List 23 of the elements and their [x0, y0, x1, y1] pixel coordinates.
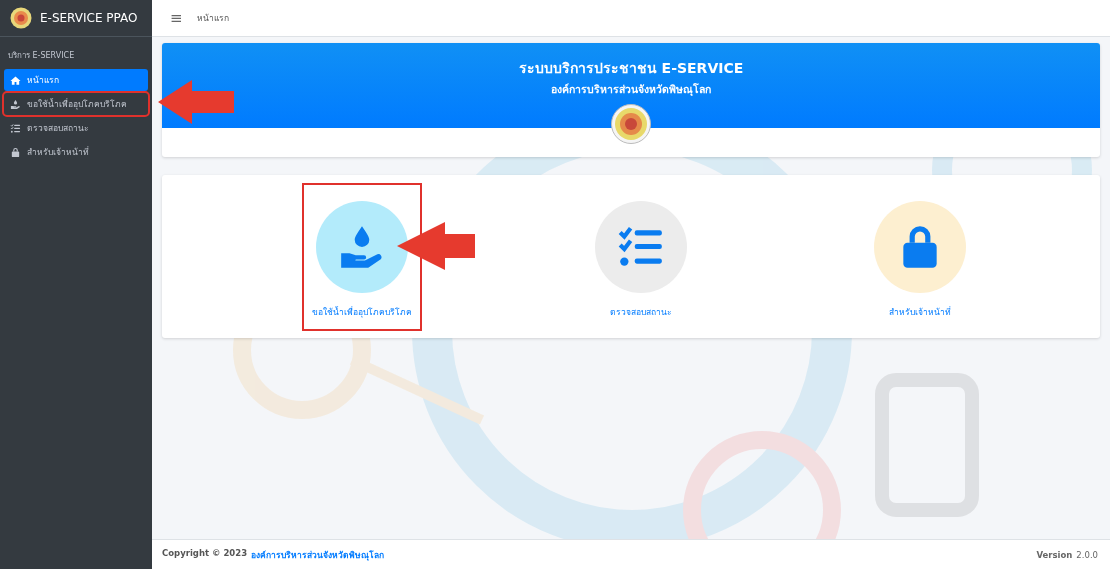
- sidebar-item[interactable]: สำหรับเจ้าหน้าที่: [4, 141, 148, 163]
- seal-emblem-icon: [611, 104, 651, 144]
- organization-link[interactable]: องค์การบริหารส่วนจังหวัดพิษณุโลก: [251, 547, 385, 562]
- checklist-icon: [10, 122, 21, 134]
- copyright-text: Copyright © 2023: [162, 547, 248, 560]
- sidebar-item[interactable]: ขอใช้น้ำเพื่ออุปโภคบริโภค: [4, 93, 148, 115]
- hand-water-drop-icon: [10, 98, 21, 110]
- service-tile[interactable]: สำหรับเจ้าหน้าที่: [866, 184, 975, 329]
- brand-title: E-SERVICE PPAO: [40, 11, 138, 25]
- version-label: Version: [1036, 549, 1073, 560]
- banner-title: ระบบบริการประชาชน E-SERVICE: [518, 59, 744, 78]
- seal-logo-icon: [10, 7, 32, 29]
- sidebar-item[interactable]: ตรวจสอบสถานะ: [4, 117, 148, 139]
- version-number: 2.0.0: [1076, 549, 1098, 560]
- home-icon: [10, 74, 21, 86]
- menu-button[interactable]: ≡: [170, 9, 183, 27]
- service-tile[interactable]: ขอใช้น้ำเพื่ออุปโภคบริโภค: [303, 184, 420, 329]
- sidebar-section-label: บริการ E-SERVICE: [7, 50, 76, 62]
- banner-subtitle: องค์การบริหารส่วนจังหวัดพิษณุโลก: [551, 82, 711, 98]
- breadcrumb: หน้าแรก: [196, 12, 229, 25]
- lock-icon: [10, 146, 21, 158]
- sidebar-item[interactable]: หน้าแรก: [4, 69, 148, 91]
- service-tile[interactable]: ตรวจสอบสถานะ: [587, 184, 695, 329]
